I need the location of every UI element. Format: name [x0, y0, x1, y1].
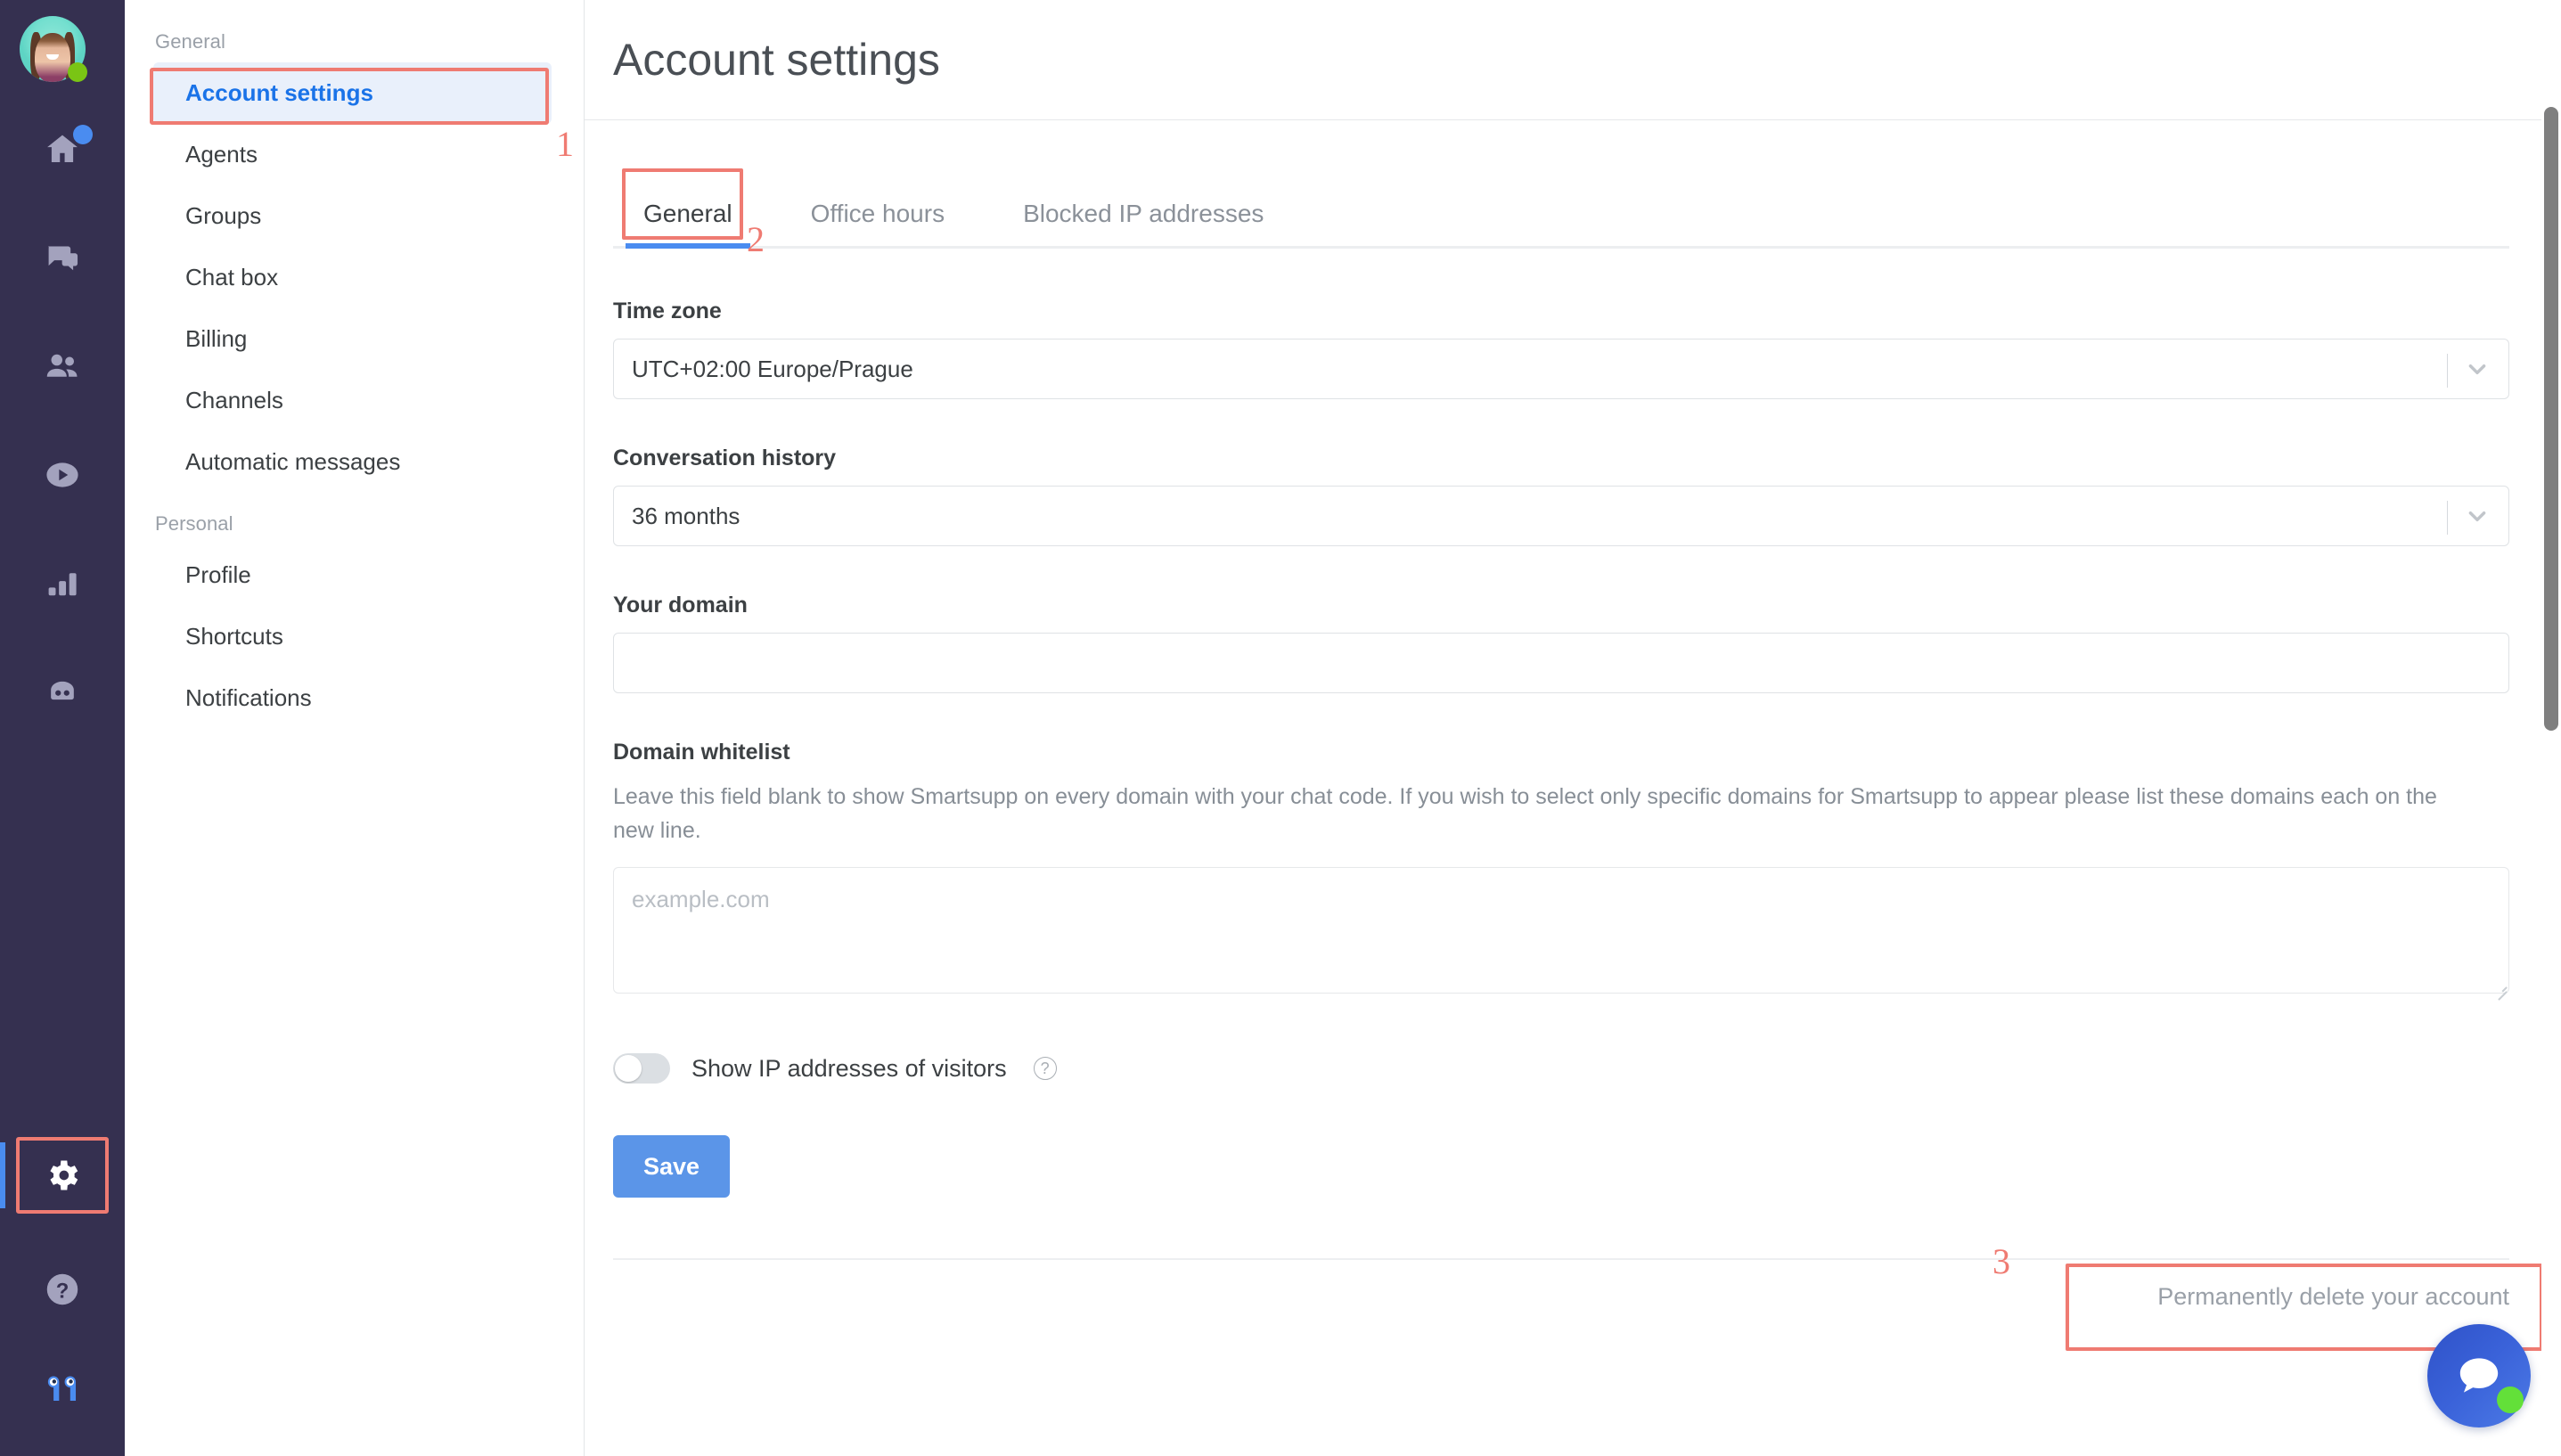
sidebar-item-profile[interactable]: Profile: [153, 544, 552, 606]
scrollbar-thumb[interactable]: [2544, 107, 2558, 731]
sidebar-item-label: Shortcuts: [185, 623, 283, 650]
help-circle-icon: ?: [46, 1273, 78, 1305]
tab-office-hours[interactable]: Office hours: [793, 200, 962, 246]
gear-icon: [50, 1160, 78, 1190]
sidebar-item-label: Billing: [185, 325, 248, 352]
sidebar-item-notifications[interactable]: Notifications: [153, 667, 552, 729]
home-notification-badge: [73, 125, 93, 144]
field-your-domain: Your domain: [613, 593, 2509, 693]
main-content: Account settings General Office hours Bl…: [585, 0, 2561, 1456]
domain-whitelist-help-text: Leave this field blank to show Smartsupp…: [613, 784, 2437, 843]
rail-item-video[interactable]: [0, 442, 125, 508]
page-header: Account settings: [585, 0, 2561, 120]
svg-text:?: ?: [56, 1280, 70, 1304]
tab-blocked-ip-addresses[interactable]: Blocked IP addresses: [1005, 200, 1281, 246]
nav-section-title-general: General: [155, 30, 225, 53]
sidebar-item-automatic-messages[interactable]: Automatic messages: [153, 431, 552, 493]
sidebar-item-label: Groups: [185, 202, 262, 229]
sidebar-item-label: Agents: [185, 141, 258, 168]
annotation-number-3: 3: [1992, 1241, 2010, 1281]
timezone-label: Time zone: [613, 299, 722, 323]
help-tooltip-icon[interactable]: ?: [1033, 1057, 1057, 1080]
chat-widget-button[interactable]: [2427, 1324, 2531, 1427]
rail-item-conversations[interactable]: [0, 225, 125, 290]
rail-item-help[interactable]: ?: [0, 1256, 125, 1322]
play-circle-icon: [46, 462, 78, 487]
rail-item-settings[interactable]: [0, 1142, 125, 1208]
sidebar-item-label: Chat box: [185, 264, 279, 290]
chat-widget-online-dot: [2497, 1386, 2524, 1413]
sidebar-item-label: Automatic messages: [185, 448, 401, 475]
sidebar-item-chat-box[interactable]: Chat box: [153, 247, 552, 308]
select-divider: [2447, 501, 2448, 535]
rail-item-logo[interactable]: [0, 1356, 125, 1422]
people-icon: [46, 354, 78, 377]
timezone-value: UTC+02:00 Europe/Prague: [632, 355, 913, 382]
field-conversation-history: Conversation history 36 months: [613, 446, 2509, 546]
show-ip-toggle[interactable]: [613, 1053, 670, 1084]
your-domain-input[interactable]: [613, 633, 2509, 693]
sidebar-item-agents[interactable]: Agents: [153, 124, 552, 185]
show-ip-toggle-row: Show IP addresses of visitors ?: [613, 1053, 2481, 1084]
left-icon-rail: ?: [0, 0, 125, 1456]
sidebar-item-channels[interactable]: Channels: [153, 370, 552, 431]
tabs-container: General Office hours Blocked IP addresse…: [585, 168, 2561, 258]
nav-section-title-personal: Personal: [155, 512, 233, 535]
sidebar-item-label: Channels: [185, 387, 283, 413]
general-settings-form: Time zone UTC+02:00 Europe/Prague Conver…: [585, 299, 2543, 1351]
conversation-history-label: Conversation history: [613, 446, 837, 470]
chevron-down-icon: [2468, 511, 2486, 522]
conversation-history-value: 36 months: [632, 502, 740, 529]
select-divider: [2447, 354, 2448, 388]
robot-icon: [51, 681, 74, 700]
chat-bubbles-icon: [47, 246, 78, 271]
bar-chart-icon: [48, 573, 77, 596]
show-ip-toggle-label: Show IP addresses of visitors: [691, 1054, 1007, 1082]
rail-item-visitors[interactable]: [0, 333, 125, 399]
rail-item-statistics[interactable]: [0, 551, 125, 617]
tab-bar: General Office hours Blocked IP addresse…: [613, 179, 2509, 249]
rail-item-home[interactable]: [0, 116, 125, 182]
save-button[interactable]: Save: [613, 1135, 731, 1198]
domain-whitelist-textarea-wrap: [613, 867, 2509, 1001]
sidebar-item-groups[interactable]: Groups: [153, 185, 552, 247]
rail-item-chatbot[interactable]: [0, 659, 125, 725]
app-window: ? General Account settings Agents Groups…: [0, 0, 2561, 1456]
sidebar-item-account-settings[interactable]: Account settings: [153, 62, 552, 124]
avatar[interactable]: [20, 16, 87, 82]
vertical-scrollbar[interactable]: [2541, 0, 2561, 1456]
sidebar-item-shortcuts[interactable]: Shortcuts: [153, 606, 552, 667]
sidebar-item-label: Notifications: [185, 684, 312, 711]
domain-whitelist-label: Domain whitelist: [613, 740, 790, 765]
chevron-down-icon: [2468, 364, 2486, 375]
timezone-select[interactable]: UTC+02:00 Europe/Prague: [613, 339, 2509, 399]
conversation-history-select[interactable]: 36 months: [613, 486, 2509, 546]
sidebar-item-label: Profile: [185, 561, 251, 588]
toggle-knob: [615, 1055, 642, 1082]
sidebar-item-label: Account settings: [185, 79, 373, 106]
field-timezone: Time zone UTC+02:00 Europe/Prague: [613, 299, 2509, 399]
tab-general[interactable]: General: [626, 200, 750, 249]
field-domain-whitelist: Domain whitelist Leave this field blank …: [613, 740, 2509, 1001]
online-status-dot: [68, 62, 87, 82]
smartsupp-logo-icon: [47, 1376, 77, 1402]
your-domain-label: Your domain: [613, 593, 748, 618]
settings-nav-panel: General Account settings Agents Groups C…: [125, 0, 585, 1456]
sidebar-item-billing[interactable]: Billing: [153, 308, 552, 370]
page-title: Account settings: [613, 35, 940, 85]
delete-account-row: Permanently delete your account 3: [613, 1244, 2543, 1351]
domain-whitelist-textarea[interactable]: [613, 867, 2509, 994]
delete-account-link[interactable]: Permanently delete your account: [2157, 1283, 2509, 1311]
